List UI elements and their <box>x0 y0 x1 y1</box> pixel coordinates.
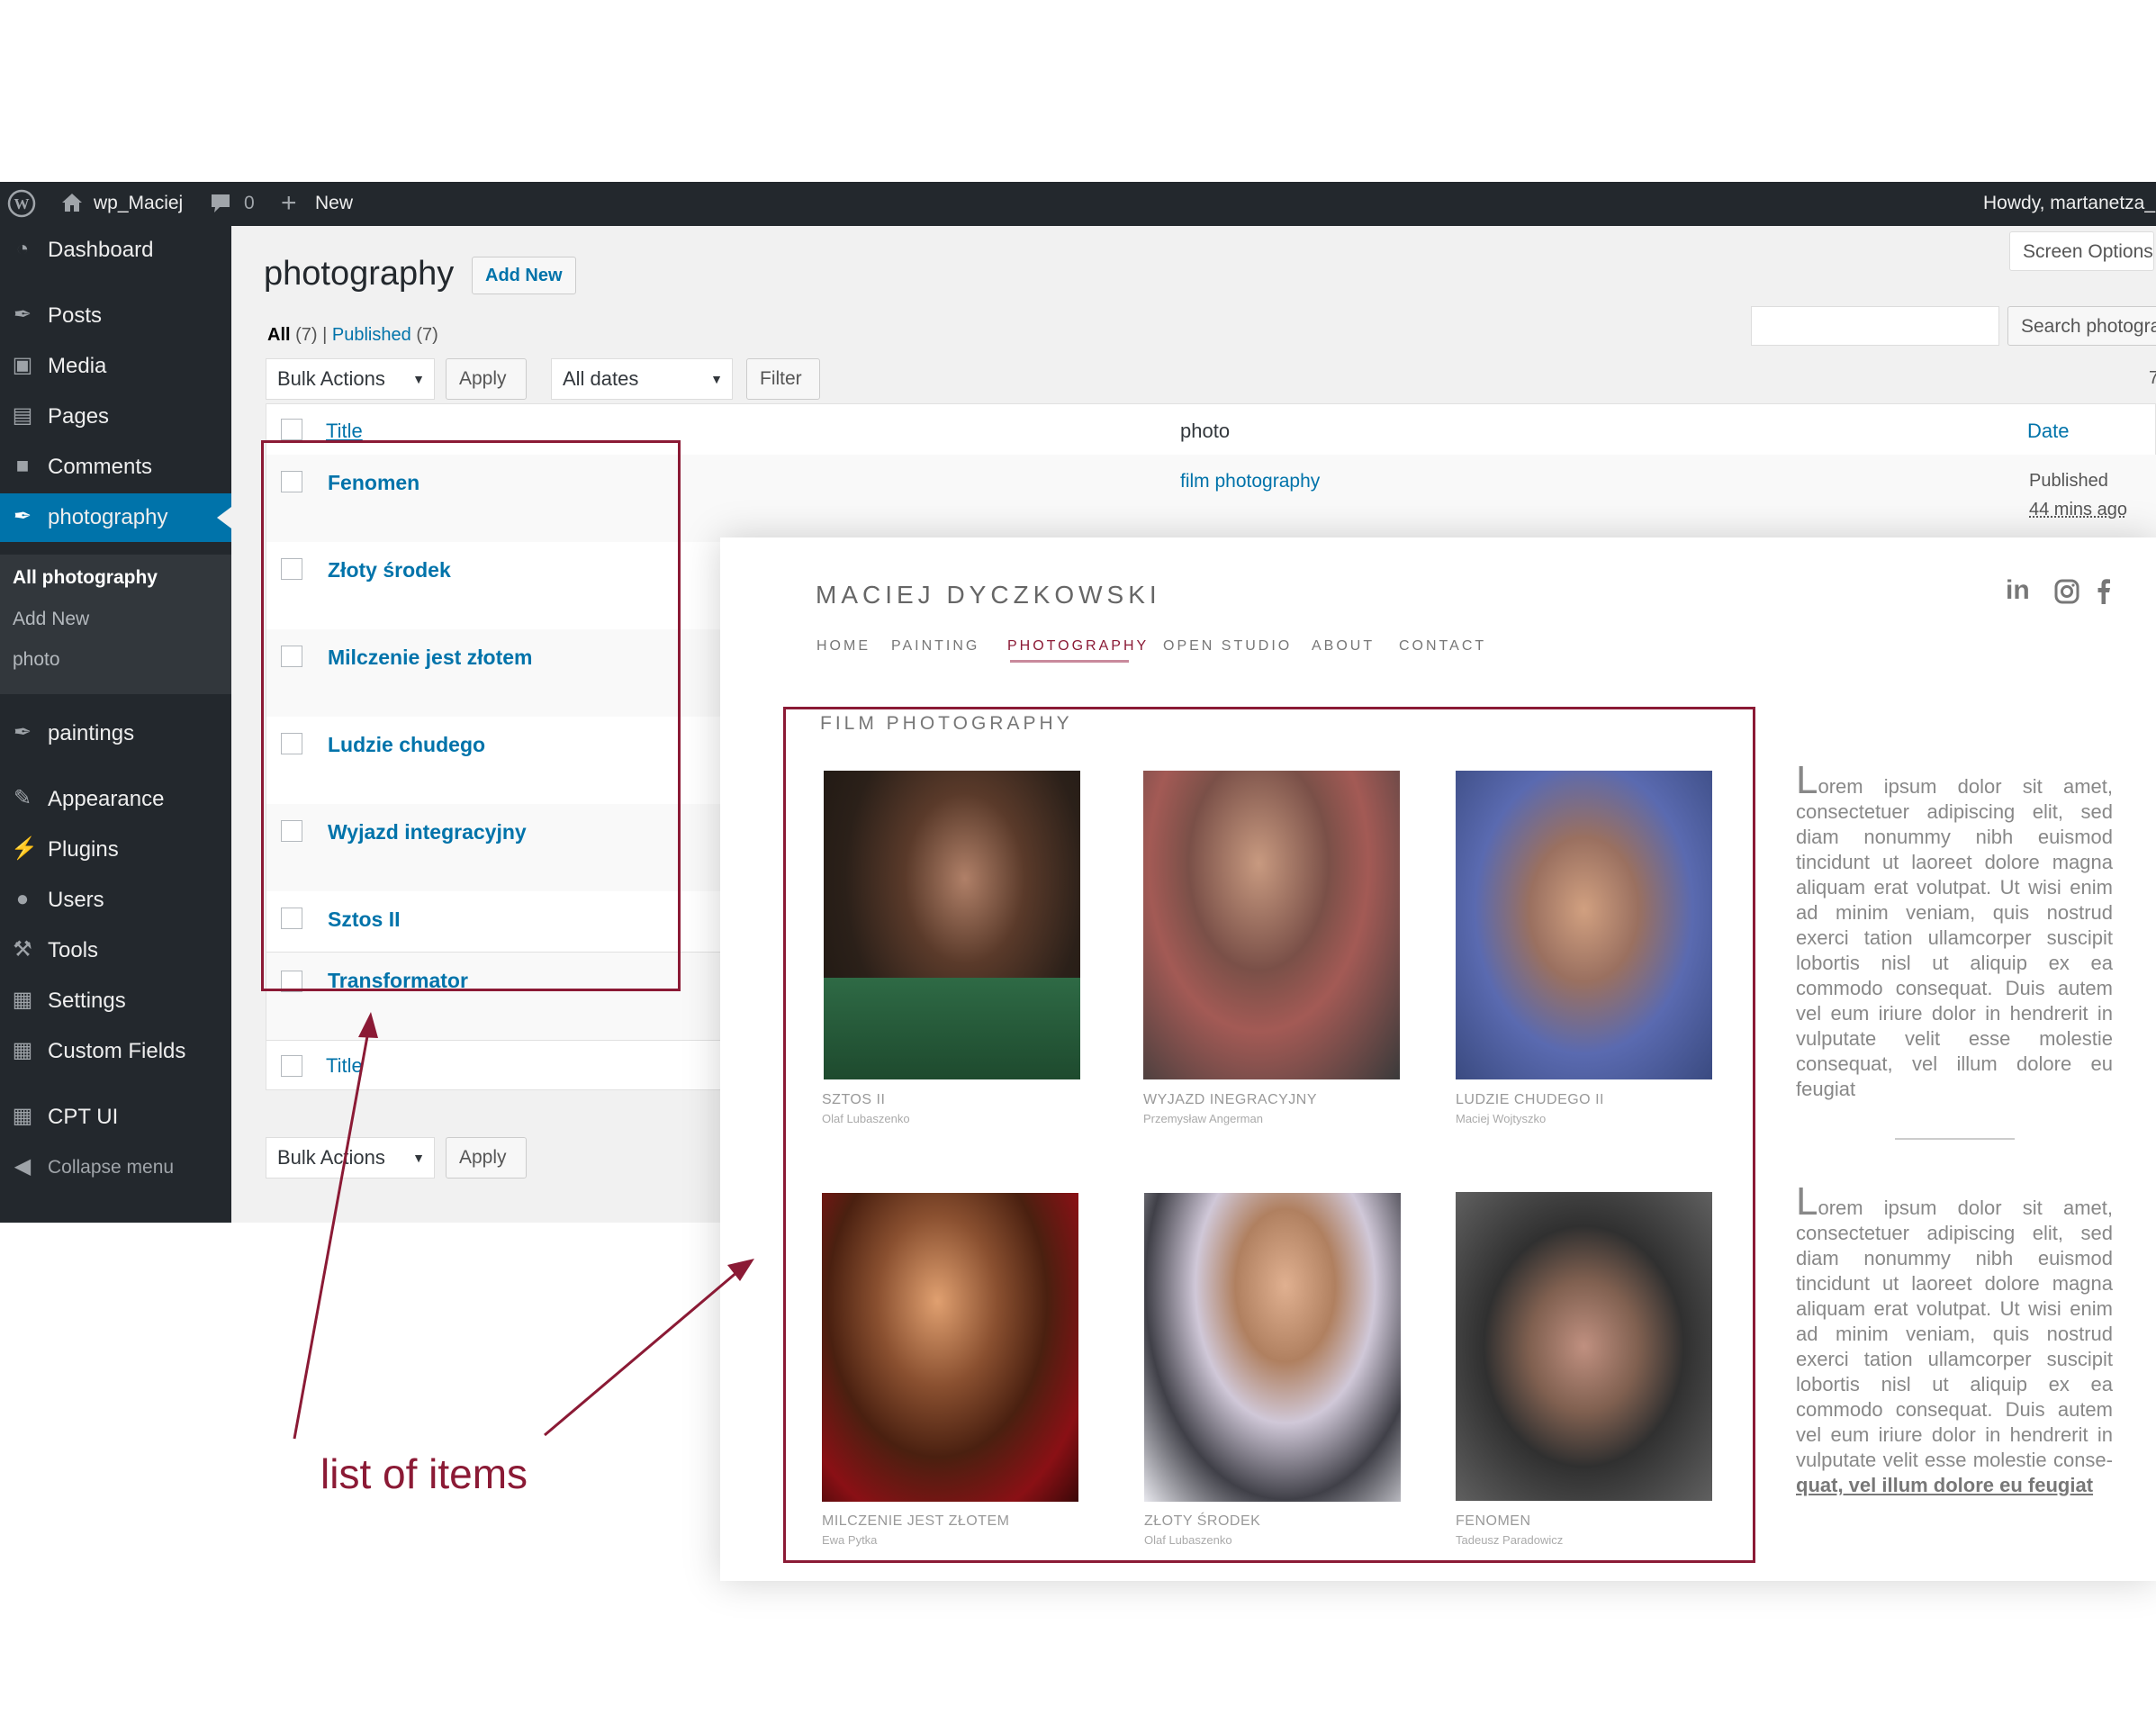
annotation-label: list of items <box>320 1450 528 1497</box>
arrow-line-to-gallery <box>544 1269 739 1437</box>
arrow-line-to-list <box>293 1025 371 1440</box>
arrow-head-icon <box>358 1012 378 1038</box>
